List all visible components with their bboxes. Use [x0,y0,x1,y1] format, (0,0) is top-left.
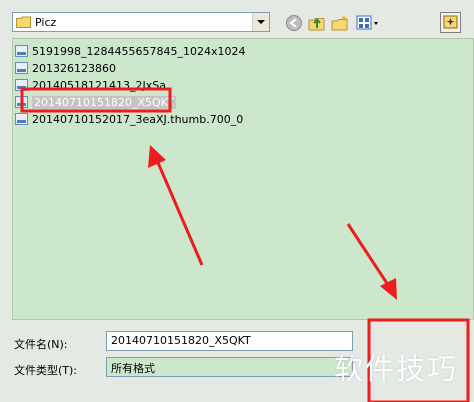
filename-input[interactable]: 20140710151820_X5QKT [106,331,353,351]
red-arrow [148,145,204,266]
red-arrow [346,223,397,300]
highlight-box [20,87,172,113]
filename-label: 文件名(N): [14,338,68,351]
filetype-label: 文件类型(T): [14,364,78,377]
filetype-dropdown[interactable]: 所有格式 [106,357,353,377]
watermark: 软件技巧 [334,352,459,386]
